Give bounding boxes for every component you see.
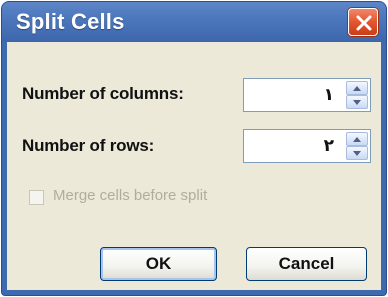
close-button[interactable]	[348, 8, 378, 36]
arrow-up-icon	[353, 86, 361, 91]
cancel-button[interactable]: Cancel	[246, 247, 367, 281]
rows-value[interactable]: ٢	[324, 136, 334, 156]
arrow-down-icon	[353, 151, 361, 156]
rows-spinner[interactable]: ٢	[243, 129, 371, 163]
rows-increment-button[interactable]	[346, 132, 368, 146]
ok-button[interactable]: OK	[100, 247, 217, 281]
arrow-down-icon	[353, 100, 361, 105]
dialog-title: Split Cells	[16, 9, 125, 34]
columns-spinner[interactable]: ١	[243, 78, 371, 112]
close-icon	[356, 15, 372, 31]
title-bar[interactable]: Split Cells	[2, 2, 386, 42]
merge-cells-checkbox[interactable]	[29, 190, 44, 205]
columns-label: Number of columns:	[22, 84, 184, 103]
columns-increment-button[interactable]	[346, 81, 368, 95]
rows-decrement-button[interactable]	[346, 146, 368, 160]
columns-value[interactable]: ١	[324, 85, 334, 105]
rows-spin-buttons	[346, 132, 368, 160]
rows-label: Number of rows:	[22, 136, 155, 155]
columns-decrement-button[interactable]	[346, 95, 368, 109]
dialog-body: Number of columns: ١ Number of rows: ٢ M…	[7, 42, 381, 290]
merge-cells-label: Merge cells before split	[53, 187, 208, 204]
split-cells-dialog: Split Cells Number of columns: ١ Number …	[2, 2, 386, 295]
arrow-up-icon	[353, 137, 361, 142]
columns-spin-buttons	[346, 81, 368, 109]
